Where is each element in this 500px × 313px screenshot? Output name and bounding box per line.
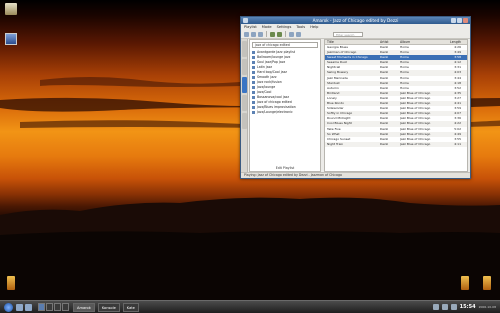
playlist-table: Title Artist Album Length Georgia Blues D…: [324, 39, 468, 172]
system-tray: 15:54 2006-10-08: [432, 304, 500, 310]
menu-tools[interactable]: Tools: [296, 24, 305, 30]
cell-artist: Dezzi: [380, 141, 389, 146]
col-artist[interactable]: Artist: [380, 40, 400, 44]
repeat-icon[interactable]: [277, 31, 282, 37]
tab-context[interactable]: [242, 41, 247, 57]
playlist-icon: [252, 56, 255, 59]
clear-icon[interactable]: [258, 31, 263, 37]
playlist-icon: [252, 66, 255, 69]
close-icon[interactable]: [463, 18, 468, 23]
playlist-search-input[interactable]: Filter search: [333, 31, 363, 37]
taskbar: Amarok Konsole Kate 15:54 2006-10-08: [0, 300, 500, 313]
playlist-icon: [252, 106, 255, 109]
playlist-icon: [252, 86, 255, 89]
playlist-item-label: Jazz/Lounge/electronic: [257, 110, 293, 114]
media-icon-2[interactable]: [480, 276, 494, 290]
col-album[interactable]: Album: [400, 40, 448, 44]
tab-media-device[interactable]: [242, 95, 247, 111]
playlist-browser: jazz of chicago edited Avantgarde Jazz p…: [249, 39, 321, 172]
network-icon[interactable]: [450, 304, 457, 310]
playlist-item[interactable]: Jazz/Lounge/electronic: [250, 110, 320, 115]
desktop-2[interactable]: [46, 303, 53, 311]
save-icon[interactable]: [251, 31, 256, 37]
browser-search-input[interactable]: jazz of chicago edited: [252, 42, 318, 48]
amarok-window: Amarok - Jazz of Chicago edited by Dezzi…: [240, 16, 471, 179]
playlist-icon: [252, 96, 255, 99]
window-body: jazz of chicago edited Avantgarde Jazz p…: [241, 39, 470, 172]
volume-icon[interactable]: [432, 304, 439, 310]
status-bar: Playing: Jazz of Chicago edited by Dezzi…: [241, 172, 470, 178]
window-title: Amarok - Jazz of Chicago edited by Dezzi: [312, 18, 399, 23]
playlist-icon: [252, 81, 255, 84]
window-titlebar[interactable]: Amarok - Jazz of Chicago edited by Dezzi: [241, 17, 470, 24]
clock[interactable]: 15:54: [460, 304, 476, 310]
playlist-icon: [252, 51, 255, 54]
undo-icon[interactable]: [289, 31, 294, 37]
tab-playlists[interactable]: [242, 77, 247, 93]
shuffle-icon[interactable]: [270, 31, 275, 37]
desktop-3[interactable]: [54, 303, 61, 311]
home-folder-icon[interactable]: [4, 3, 18, 15]
browser-launcher-icon[interactable]: [25, 303, 32, 311]
desktop-1[interactable]: [38, 303, 45, 311]
minimize-icon[interactable]: [451, 18, 456, 23]
maximize-icon[interactable]: [457, 18, 462, 23]
playlist-icon: [252, 76, 255, 79]
media-icon[interactable]: [458, 276, 472, 290]
toolbar: Filter search: [241, 30, 470, 39]
table-row[interactable]: Night Train Dezzi Jazz Blue of Chicago 4:11: [325, 141, 467, 147]
menu-help[interactable]: Help: [310, 24, 318, 30]
desktop-4[interactable]: [62, 303, 69, 311]
tab-files[interactable]: [242, 113, 247, 129]
amarok-tray-icon[interactable]: [441, 304, 448, 310]
side-tabs: [241, 39, 248, 172]
system-icon[interactable]: [4, 33, 18, 45]
playlist-icon: [252, 111, 255, 114]
tab-collection[interactable]: [242, 59, 247, 75]
cell-album: Jazz Blue of Chicago: [400, 141, 431, 146]
task-amarok[interactable]: Amarok: [73, 302, 95, 312]
cell-title: Night Train: [327, 141, 344, 146]
toolbar-separator: [266, 31, 267, 37]
menu-playlist[interactable]: Playlist: [244, 24, 257, 30]
menu-mode[interactable]: Mode: [262, 24, 272, 30]
col-length[interactable]: Length: [448, 40, 463, 44]
playlist-icon: [252, 91, 255, 94]
task-kate[interactable]: Kate: [122, 302, 139, 312]
toolbar-separator: [285, 31, 286, 37]
playlist-icon: [252, 61, 255, 64]
add-icon[interactable]: [244, 31, 249, 37]
playlist-icon: [252, 71, 255, 74]
home-launcher-icon[interactable]: [16, 303, 23, 311]
k-menu-icon[interactable]: [4, 302, 13, 312]
date: 2006-10-08: [478, 305, 496, 309]
menu-settings[interactable]: Settings: [277, 24, 292, 30]
desktop-pager: [38, 303, 69, 311]
edit-playlist-button[interactable]: Edit Playlist: [250, 166, 320, 170]
window-menu-icon[interactable]: [243, 18, 248, 23]
mountain-silhouette: [0, 197, 500, 305]
redo-icon[interactable]: [296, 31, 301, 37]
cell-length: 4:11: [454, 141, 461, 146]
col-title[interactable]: Title: [325, 40, 380, 44]
playlist-icon: [252, 101, 255, 104]
trash-icon[interactable]: [4, 276, 18, 290]
task-konsole[interactable]: Konsole: [97, 302, 120, 312]
